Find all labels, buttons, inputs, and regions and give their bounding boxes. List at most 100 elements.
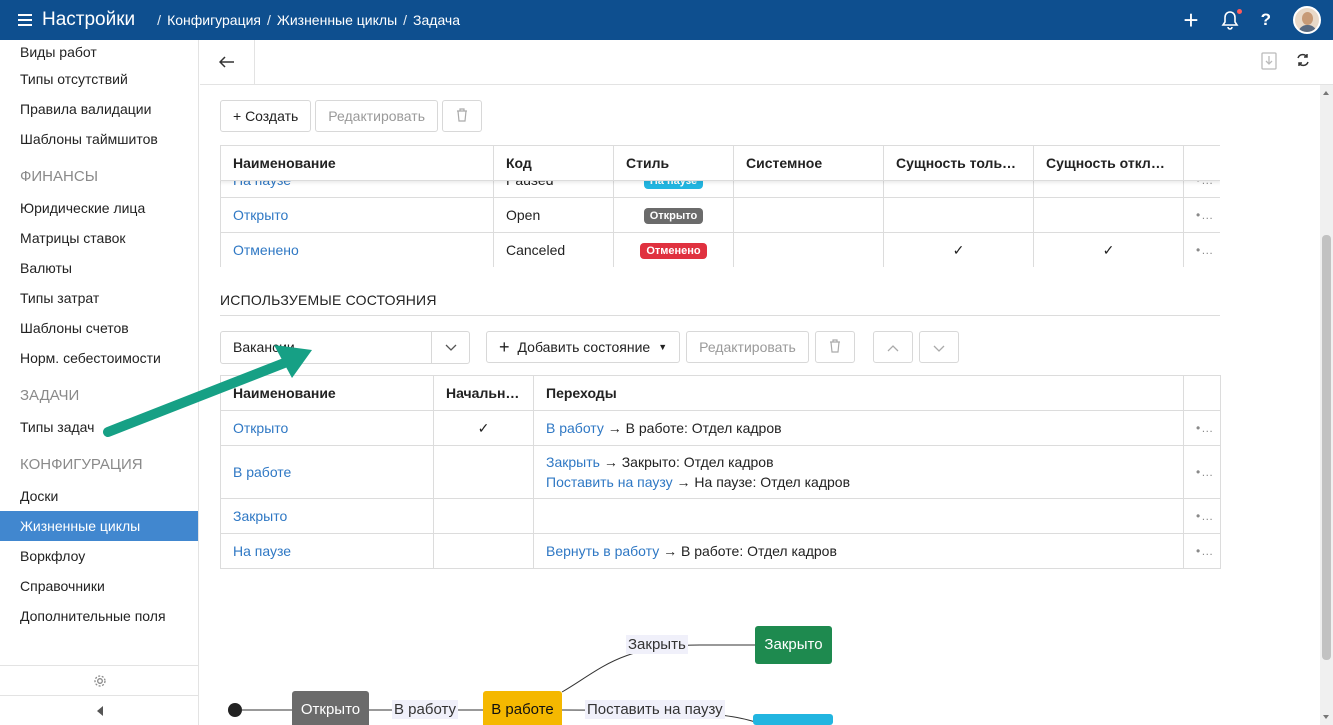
sidebar-item-validation-rules[interactable]: Правила валидации bbox=[0, 94, 198, 124]
table-row: На паузе Вернуть в работу → В работе: От… bbox=[220, 533, 1221, 569]
delete-state-button[interactable] bbox=[814, 331, 855, 363]
edit-button[interactable]: Редактировать bbox=[315, 100, 438, 132]
column-transitions[interactable]: Переходы bbox=[533, 375, 1184, 411]
diagram-node-paused[interactable] bbox=[753, 714, 833, 725]
sidebar-item-absence-types[interactable]: Типы отсутствий bbox=[0, 64, 198, 94]
trash-icon bbox=[456, 107, 468, 125]
check-icon: ✓ bbox=[1033, 232, 1184, 267]
states-toolbar: + Создать Редактировать bbox=[220, 100, 1220, 132]
diagram-node-open[interactable]: Открыто bbox=[292, 691, 369, 725]
delete-button[interactable] bbox=[442, 100, 482, 132]
collapse-sidebar-icon[interactable] bbox=[0, 696, 199, 725]
column-code[interactable]: Код bbox=[493, 145, 614, 181]
app-title[interactable]: Настройки bbox=[42, 9, 135, 31]
column-entity-readonly[interactable]: Сущность только... bbox=[883, 145, 1034, 181]
sidebar-item-timesheet-templates[interactable]: Шаблоны таймшитов bbox=[0, 124, 198, 154]
add-state-button[interactable]: + Добавить состояние ▼ bbox=[486, 331, 681, 363]
avatar[interactable] bbox=[1293, 6, 1321, 34]
style-badge: Открыто bbox=[643, 208, 704, 224]
column-system[interactable]: Системное bbox=[733, 145, 884, 181]
main-panel: + Создать Редактировать Наименование Код… bbox=[200, 40, 1333, 725]
table-row: Отменено Canceled Отменено ✓ ✓ ••• bbox=[220, 232, 1220, 267]
scroll-up-icon[interactable] bbox=[1323, 91, 1329, 95]
transition-link[interactable]: Поставить на паузу bbox=[546, 474, 673, 490]
menu-icon[interactable] bbox=[18, 14, 34, 26]
diagram-node-closed[interactable]: Закрыто bbox=[755, 626, 832, 664]
sidebar-item-legal-entities[interactable]: Юридические лица bbox=[0, 193, 198, 223]
move-down-button[interactable] bbox=[918, 331, 959, 363]
sidebar-item-workflow[interactable]: Воркфлоу bbox=[0, 541, 198, 571]
sidebar-footer bbox=[0, 665, 199, 725]
transition-link[interactable]: В работу bbox=[546, 420, 604, 436]
scrollbar[interactable] bbox=[1320, 85, 1333, 725]
style-badge: Отменено bbox=[640, 243, 707, 259]
lifecycle-select[interactable]: Вакансии bbox=[220, 331, 470, 364]
used-states-toolbar: Вакансии + Добавить состояние ▼ Редактир… bbox=[220, 331, 1220, 364]
sidebar-item-task-types[interactable]: Типы задач bbox=[0, 412, 198, 442]
add-icon[interactable]: + bbox=[1183, 7, 1198, 33]
sidebar-item-custom-fields[interactable]: Дополнительные поля bbox=[0, 601, 198, 631]
row-menu-icon[interactable]: ••• bbox=[1183, 410, 1221, 446]
edit-state-button[interactable]: Редактировать bbox=[686, 331, 809, 363]
sidebar-item-cost-norms[interactable]: Норм. себестоимости bbox=[0, 343, 198, 373]
bell-icon[interactable] bbox=[1221, 9, 1242, 30]
sidebar-section-tasks: ЗАДАЧИ bbox=[20, 387, 80, 404]
sidebar-item-invoice-templates[interactable]: Шаблоны счетов bbox=[0, 313, 198, 343]
arrow-right-icon: → bbox=[607, 420, 626, 436]
diagram-node-in-progress[interactable]: В работе bbox=[483, 691, 562, 725]
notification-dot bbox=[1236, 9, 1242, 14]
used-state-link[interactable]: Закрыто bbox=[233, 508, 287, 524]
row-menu-icon[interactable]: ••• bbox=[1183, 232, 1220, 267]
state-name-link[interactable]: Отменено bbox=[233, 242, 299, 258]
table-row: В работе Закрыть → Закрыто: Отдел кадров… bbox=[220, 445, 1221, 499]
column-name[interactable]: Наименование bbox=[220, 375, 434, 411]
used-state-link[interactable]: В работе bbox=[233, 464, 291, 480]
transition-link[interactable]: Вернуть в работу bbox=[546, 543, 659, 559]
content: + Создать Редактировать Наименование Код… bbox=[220, 100, 1221, 569]
lifecycle-select-value: Вакансии bbox=[233, 339, 295, 355]
move-up-button[interactable] bbox=[872, 331, 913, 363]
column-style[interactable]: Стиль bbox=[613, 145, 734, 181]
used-state-link[interactable]: Открыто bbox=[233, 420, 288, 436]
row-menu-icon[interactable]: ••• bbox=[1183, 498, 1221, 534]
row-menu-icon[interactable]: ••• bbox=[1183, 197, 1220, 233]
states-table-header: Наименование Код Стиль Системное Сущност… bbox=[220, 145, 1220, 181]
column-name[interactable]: Наименование bbox=[220, 145, 494, 181]
table-row: Закрыто ••• bbox=[220, 498, 1221, 534]
state-name-link[interactable]: Открыто bbox=[233, 207, 288, 223]
column-initial[interactable]: Начальное bbox=[433, 375, 534, 411]
table-row: Открыто Open Открыто ••• bbox=[220, 197, 1220, 233]
breadcrumb-item-lifecycles[interactable]: Жизненные циклы bbox=[277, 12, 397, 28]
import-icon[interactable] bbox=[1261, 52, 1277, 73]
scrollbar-thumb[interactable] bbox=[1322, 235, 1331, 660]
sidebar: Виды работ Типы отсутствий Правила валид… bbox=[0, 40, 199, 725]
sidebar-item-expense-types[interactable]: Типы затрат bbox=[0, 283, 198, 313]
sidebar-item-work-types[interactable]: Виды работ bbox=[0, 40, 198, 64]
help-icon[interactable]: ? bbox=[1261, 10, 1271, 30]
back-button[interactable] bbox=[200, 40, 255, 84]
used-state-link[interactable]: На паузе bbox=[233, 543, 291, 559]
used-states-title: ИСПОЛЬЗУЕМЫЕ СОСТОЯНИЯ bbox=[220, 292, 1220, 316]
breadcrumb-item-configuration[interactable]: Конфигурация bbox=[167, 12, 261, 28]
diagram-edge-label: Закрыть bbox=[626, 635, 688, 654]
scroll-down-icon[interactable] bbox=[1323, 715, 1329, 719]
sidebar-item-lifecycles[interactable]: Жизненные циклы bbox=[0, 511, 198, 541]
diagram-edge-label: Поставить на паузу bbox=[585, 700, 725, 719]
table-row: Открыто ✓ В работу → В работе: Отдел кад… bbox=[220, 410, 1221, 446]
chevron-down-icon[interactable] bbox=[431, 332, 469, 363]
state-code: Canceled bbox=[493, 232, 614, 267]
sidebar-item-currencies[interactable]: Валюты bbox=[0, 253, 198, 283]
sidebar-item-dictionaries[interactable]: Справочники bbox=[0, 571, 198, 601]
column-entity-disabled[interactable]: Сущность отклю... bbox=[1033, 145, 1184, 181]
row-menu-icon[interactable]: ••• bbox=[1183, 533, 1221, 569]
create-button[interactable]: + Создать bbox=[220, 100, 312, 132]
sidebar-section-finance: ФИНАНСЫ bbox=[20, 168, 98, 185]
refresh-icon[interactable] bbox=[1295, 52, 1311, 73]
transition-link[interactable]: Закрыть bbox=[546, 454, 600, 470]
gear-icon[interactable] bbox=[0, 666, 199, 696]
breadcrumb: / Конфигурация / Жизненные циклы / Задач… bbox=[157, 12, 461, 28]
sidebar-item-rate-matrices[interactable]: Матрицы ставок bbox=[0, 223, 198, 253]
sidebar-item-boards[interactable]: Доски bbox=[0, 481, 198, 511]
trash-icon bbox=[829, 338, 841, 356]
row-menu-icon[interactable]: ••• bbox=[1183, 445, 1221, 499]
